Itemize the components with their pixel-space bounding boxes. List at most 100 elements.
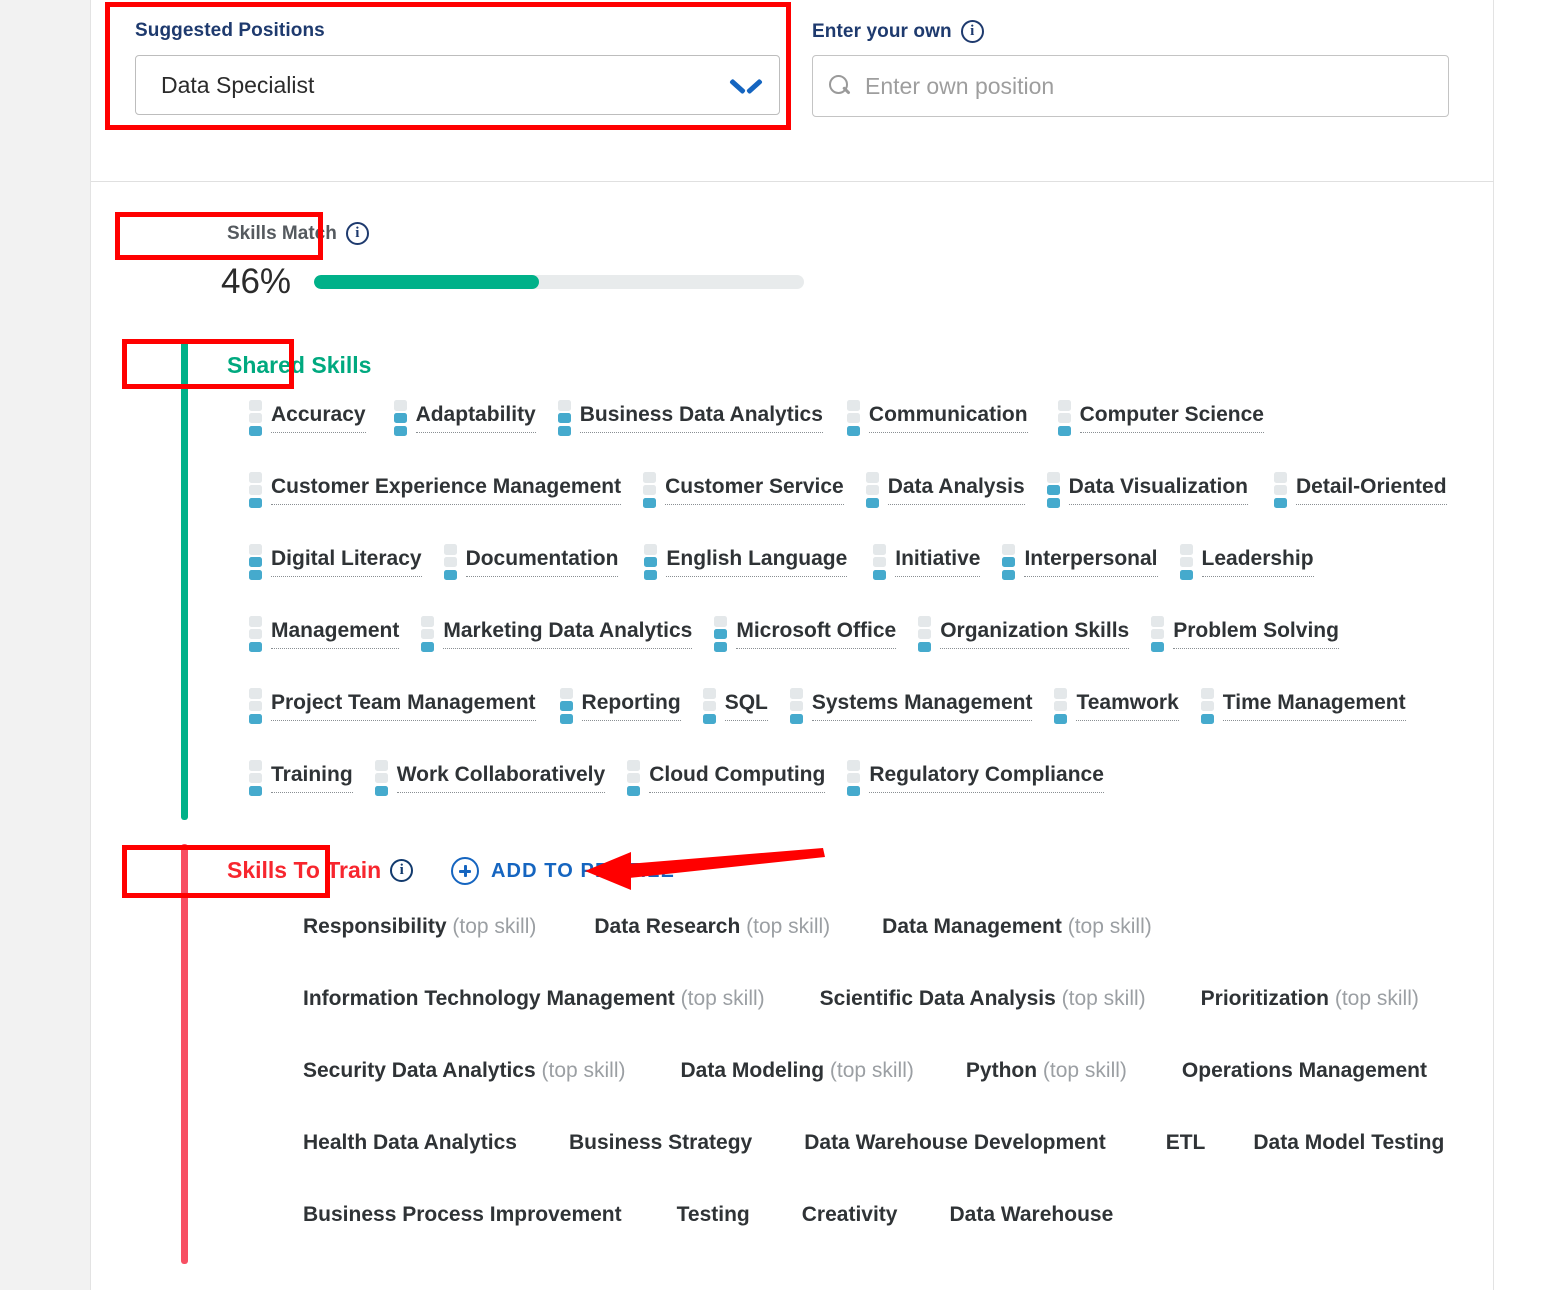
- skill-level-gauge-icon: [1151, 616, 1165, 652]
- train-skill-label: Business Process Improvement: [303, 1203, 622, 1226]
- train-skill-item[interactable]: Scientific Data Analysis (top skill): [820, 987, 1146, 1011]
- shared-skill-item[interactable]: Marketing Data Analytics: [421, 616, 693, 652]
- train-skill-item[interactable]: Operations Management: [1182, 1059, 1427, 1083]
- skills-match-label: Skills Match i: [227, 222, 369, 245]
- shared-skill-item[interactable]: Cloud Computing: [627, 760, 826, 796]
- gauge-segment: [789, 713, 803, 724]
- shared-skill-item[interactable]: Customer Experience Management: [249, 472, 622, 508]
- shared-skill-item[interactable]: Data Analysis: [865, 472, 1025, 508]
- shared-skill-item[interactable]: Problem Solving: [1151, 616, 1339, 652]
- train-skill-item[interactable]: ETL: [1166, 1131, 1206, 1155]
- shared-skill-item[interactable]: Regulatory Compliance: [847, 760, 1104, 796]
- shared-skill-label: Customer Service: [665, 475, 844, 505]
- gauge-segment: [846, 412, 860, 424]
- shared-skill-label: Adaptability: [415, 403, 536, 433]
- shared-skill-item[interactable]: Microsoft Office: [714, 616, 897, 652]
- gauge-segment: [249, 569, 262, 580]
- skill-level-gauge-icon: [873, 544, 887, 580]
- train-skill-item[interactable]: Business Strategy: [569, 1131, 752, 1155]
- suggested-positions-select[interactable]: Data Specialist: [135, 55, 780, 115]
- skill-level-gauge-icon: [1057, 400, 1071, 436]
- shared-skill-item[interactable]: Work Collaboratively: [374, 760, 606, 796]
- shared-skill-item[interactable]: Organization Skills: [918, 616, 1130, 652]
- shared-skill-item[interactable]: Adaptability: [393, 400, 536, 436]
- shared-skill-item[interactable]: Teamwork: [1054, 688, 1179, 724]
- skill-level-gauge-icon: [374, 760, 388, 796]
- shared-skill-item[interactable]: SQL: [702, 688, 768, 724]
- shared-skill-item[interactable]: Initiative: [873, 544, 981, 580]
- skill-level-gauge-icon: [1179, 544, 1193, 580]
- chevron-down-icon[interactable]: [731, 76, 761, 94]
- shared-skill-item[interactable]: Accuracy: [249, 400, 366, 436]
- shared-skills-row: Training Work Collaboratively Cloud Comput…: [227, 760, 1527, 832]
- train-skill-item[interactable]: Responsibility (top skill): [303, 915, 536, 939]
- train-skill-item[interactable]: Information Technology Management (top s…: [303, 987, 765, 1011]
- shared-skill-label: Computer Science: [1079, 403, 1264, 433]
- shared-skill-item[interactable]: Digital Literacy: [249, 544, 422, 580]
- gauge-segment: [1057, 412, 1071, 424]
- train-skill-item[interactable]: Prioritization (top skill): [1201, 987, 1419, 1011]
- train-skill-item[interactable]: Data Research (top skill): [594, 915, 830, 939]
- train-skill-label: Python: [965, 1059, 1038, 1082]
- skill-level-gauge-icon: [789, 688, 803, 724]
- train-skill-item[interactable]: Data Model Testing: [1253, 1131, 1444, 1155]
- skills-match-percent: 46%: [221, 262, 292, 301]
- gauge-segment: [1057, 400, 1071, 411]
- train-skill-item[interactable]: Health Data Analytics: [303, 1131, 517, 1155]
- shared-skill-item[interactable]: Management: [249, 616, 400, 652]
- info-icon[interactable]: i: [345, 222, 369, 245]
- train-skill-item[interactable]: Python (top skill): [966, 1059, 1127, 1083]
- shared-skill-item[interactable]: Detail-Oriented: [1274, 472, 1447, 508]
- shared-skill-item[interactable]: Data Visualization: [1046, 472, 1248, 508]
- train-skill-label: Data Modeling: [680, 1059, 825, 1082]
- train-skill-item[interactable]: Business Process Improvement: [303, 1203, 622, 1227]
- gauge-segment: [393, 400, 407, 411]
- train-skill-label: Data Model Testing: [1253, 1131, 1445, 1154]
- shared-skill-item[interactable]: Time Management: [1200, 688, 1406, 724]
- gauge-segment: [1046, 484, 1060, 496]
- gauge-segment: [1151, 616, 1165, 627]
- gauge-segment: [918, 616, 932, 627]
- shared-skill-item[interactable]: Interpersonal: [1002, 544, 1158, 580]
- shared-skill-label: Business Data Analytics: [579, 403, 823, 433]
- top-skill-tag: (top skill): [535, 1059, 626, 1082]
- gauge-segment: [789, 700, 803, 712]
- train-skill-item[interactable]: Data Warehouse: [949, 1203, 1113, 1227]
- gauge-segment: [1200, 700, 1214, 712]
- shared-skill-item[interactable]: English Language: [644, 544, 848, 580]
- shared-skill-item[interactable]: Reporting: [559, 688, 681, 724]
- shared-skill-item[interactable]: Documentation: [443, 544, 619, 580]
- gauge-segment: [249, 425, 262, 436]
- shared-skill-label: Leadership: [1201, 547, 1314, 577]
- shared-skill-item[interactable]: Business Data Analytics: [557, 400, 823, 436]
- train-skill-item[interactable]: Creativity: [802, 1203, 898, 1227]
- shared-skill-item[interactable]: Leadership: [1179, 544, 1314, 580]
- gauge-segment: [873, 569, 887, 580]
- shared-skills-grid: Accuracy Adaptability Business Data Analyt…: [227, 400, 1527, 832]
- info-icon[interactable]: i: [960, 20, 984, 43]
- shared-skill-item[interactable]: Training: [249, 760, 353, 796]
- skill-level-gauge-icon: [714, 616, 728, 652]
- train-skill-item[interactable]: Data Modeling (top skill): [681, 1059, 914, 1083]
- page-root: Suggested Positions Data Specialist Ente…: [0, 0, 1554, 1290]
- shared-skill-label: Organization Skills: [940, 619, 1130, 649]
- shared-skill-item[interactable]: Systems Management: [789, 688, 1033, 724]
- suggested-positions-field: Suggested Positions Data Specialist: [135, 20, 780, 115]
- train-skill-item[interactable]: Testing: [677, 1203, 750, 1227]
- train-skill-label: Testing: [676, 1203, 750, 1226]
- gauge-segment: [865, 484, 879, 496]
- shared-skill-item[interactable]: Project Team Management: [249, 688, 536, 724]
- train-skill-label: Prioritization: [1200, 987, 1330, 1010]
- train-skill-item[interactable]: Data Warehouse Development: [804, 1131, 1105, 1155]
- train-skill-item[interactable]: Security Data Analytics (top skill): [303, 1059, 626, 1083]
- own-position-search-box[interactable]: Enter own position: [812, 55, 1449, 117]
- train-skill-label: Business Strategy: [568, 1131, 753, 1154]
- shared-skill-label: Problem Solving: [1173, 619, 1339, 649]
- shared-skill-item[interactable]: Computer Science: [1057, 400, 1264, 436]
- shared-skill-item[interactable]: Customer Service: [643, 472, 844, 508]
- shared-skill-label: Customer Experience Management: [271, 475, 622, 505]
- train-skill-item[interactable]: Data Management (top skill): [882, 915, 1152, 939]
- info-icon[interactable]: i: [390, 859, 414, 882]
- shared-skill-item[interactable]: Communication: [846, 400, 1028, 436]
- top-skill-tag: (top skill): [1055, 987, 1146, 1010]
